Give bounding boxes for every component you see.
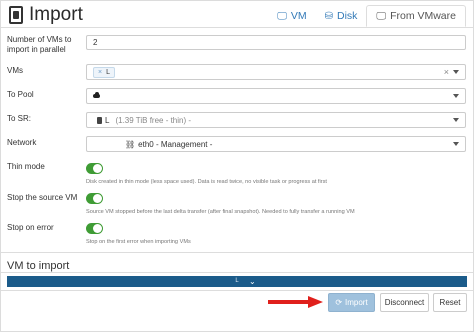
stop-error-label: Stop on error: [7, 223, 54, 232]
parallel-input[interactable]: 2: [86, 35, 466, 50]
stop-source-help: Source VM stopped before the last delta …: [86, 209, 355, 215]
vm-collapse-bar[interactable]: L ⌄: [7, 276, 467, 287]
chevron-down-icon[interactable]: [453, 142, 459, 146]
chevron-down-icon[interactable]: [453, 94, 459, 98]
sr-label: To SR:: [7, 114, 32, 123]
stop-source-toggle[interactable]: [86, 193, 103, 204]
monitor-icon: 🖵: [277, 10, 287, 22]
pool-select[interactable]: [86, 88, 466, 104]
tag-remove-icon[interactable]: ×: [98, 69, 102, 76]
chevron-down-icon: ⌄: [249, 277, 256, 286]
pool-label: To Pool: [7, 90, 34, 99]
section-divider: [1, 252, 473, 253]
file-import-icon: [9, 6, 23, 24]
thin-mode-toggle[interactable]: [86, 163, 103, 174]
pool-cloud-icon: [93, 92, 100, 98]
header-divider: [1, 27, 473, 28]
parallel-label: Number of VMs to import in parallel: [7, 35, 72, 54]
actions-divider: [1, 290, 473, 291]
chevron-down-icon[interactable]: [453, 70, 459, 74]
stop-error-help: Stop on the first error when importing V…: [86, 239, 191, 245]
thin-mode-help: Disk created in thin mode (less space us…: [86, 179, 327, 185]
section-divider: [1, 272, 473, 273]
import-spinner-icon: ⟳: [335, 298, 343, 307]
vm-tag: × L: [93, 66, 115, 78]
page-header: Import: [9, 4, 83, 26]
import-button[interactable]: ⟳ Import: [328, 293, 375, 312]
tab-vm[interactable]: 🖵 VM: [268, 5, 315, 27]
storage-icon: [97, 116, 102, 124]
page-title: Import: [29, 4, 83, 25]
disk-icon: ⛁: [324, 10, 333, 22]
vms-select[interactable]: × L ×: [86, 64, 466, 80]
network-select[interactable]: ⛓ eth0 - Management -: [86, 136, 466, 152]
tab-disk[interactable]: ⛁ Disk: [316, 5, 367, 27]
red-arrow-icon: [268, 296, 323, 308]
chevron-down-icon[interactable]: [453, 118, 459, 122]
stop-source-label: Stop the source VM: [7, 193, 78, 202]
clear-selection-icon[interactable]: ×: [444, 67, 449, 77]
network-icon: ⛓: [125, 139, 136, 149]
sr-select[interactable]: L (1.39 TiB free - thin) -: [86, 112, 466, 128]
reset-button[interactable]: Reset: [433, 293, 467, 312]
import-source-tabs: 🖵 VM ⛁ Disk 🖵 From VMware: [268, 5, 466, 27]
network-label: Network: [7, 138, 37, 147]
thin-mode-label: Thin mode: [7, 162, 45, 171]
vm-bar-label: L: [235, 278, 239, 284]
tab-from-vmware[interactable]: 🖵 From VMware: [366, 5, 466, 27]
vms-label: VMs: [7, 66, 23, 75]
stop-error-toggle[interactable]: [86, 223, 103, 234]
monitor-icon: 🖵: [376, 10, 387, 22]
disconnect-button[interactable]: Disconnect: [380, 293, 429, 312]
vm-to-import-title: VM to import: [7, 260, 70, 272]
